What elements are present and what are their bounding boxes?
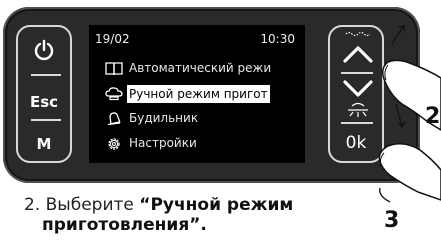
arrow-down-left (395, 103, 406, 129)
caption-highlight-line2: приготовления”. (42, 215, 207, 235)
arrow-up-right (391, 25, 405, 45)
illustration: Esc M 19/02 10:30 Автоматический режи Ру (0, 0, 441, 241)
step-number-3: 3 (384, 208, 400, 233)
step-number-2: 2 (425, 104, 441, 129)
caption-highlight: “Ручной режим (139, 195, 294, 215)
caption-prefix: 2. Выберите (24, 195, 140, 215)
